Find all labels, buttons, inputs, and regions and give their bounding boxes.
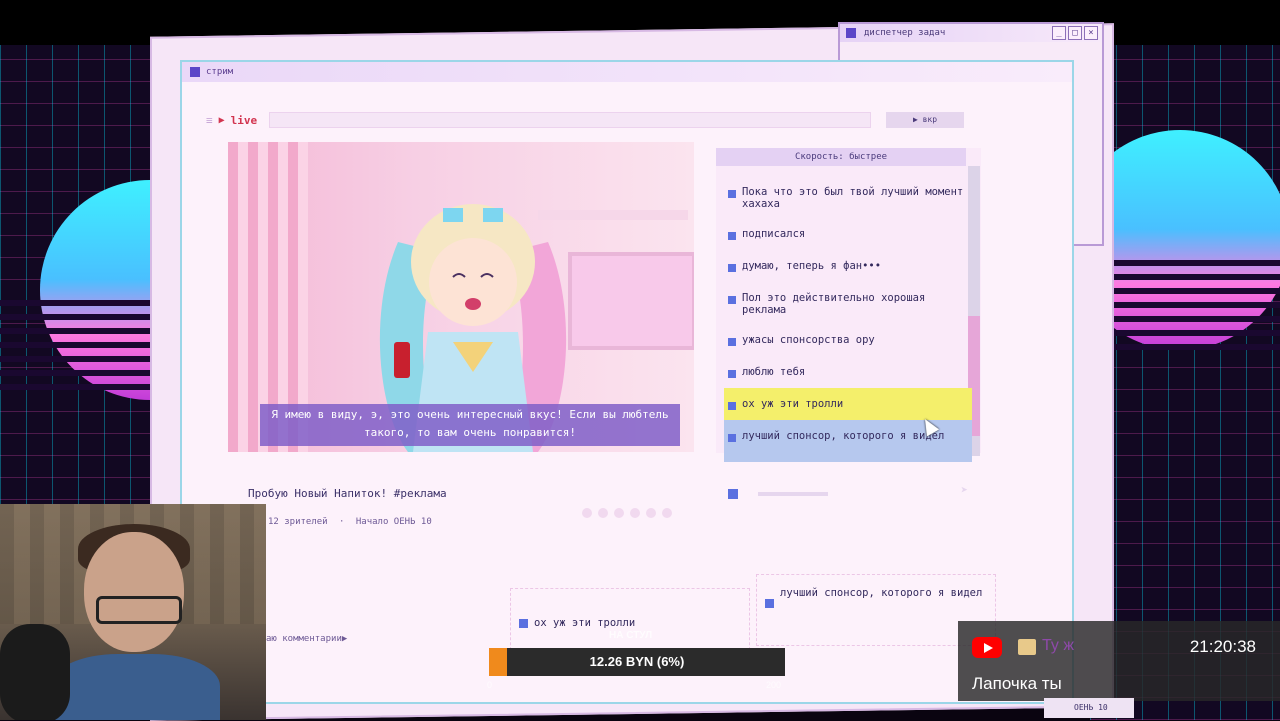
donation-scale-min: 0 [487, 680, 493, 690]
chat-message[interactable]: ужасы спонсорства ору [724, 324, 972, 356]
stream-title: Пробую Новый Напиток! #реклама [248, 487, 447, 500]
chat-message[interactable]: подписался [724, 218, 972, 250]
minimize-icon[interactable]: _ [1052, 26, 1066, 40]
chat-bullet-icon [728, 296, 736, 304]
youtube-icon [972, 637, 1002, 658]
app-icon [846, 28, 856, 38]
chat-message-text: подписался [742, 228, 806, 240]
chat-bullet-icon [728, 264, 736, 272]
chat-message-text: люблю тебя [742, 366, 806, 378]
donation-goal-bar: 12.26 BYN (6%) [489, 648, 785, 676]
chat-bullet-icon [728, 190, 736, 198]
chat-message-text: Пока что это был твой лучший момент хаха… [742, 186, 964, 210]
stream-window-title: стрим [206, 67, 234, 77]
chat-message[interactable]: ох уж эти тролли [724, 388, 972, 420]
chat-panel: Скорость: быстрее Пока что это был твой … [716, 148, 981, 499]
chat-message-list: Пока что это был твой лучший момент хаха… [724, 176, 972, 462]
comment-text: ох уж эти тролли [534, 617, 636, 629]
comment-text: лучший спонсор, которого я видел [780, 587, 983, 599]
stream-window: стрим ≡ ▶ live ▶ вкр Я имею в виду, э, э… [180, 60, 1074, 704]
taskbar-day: ОЕНЬ 10 [1044, 698, 1134, 718]
app-icon [190, 67, 200, 77]
avatar [1018, 639, 1036, 655]
menu-icon[interactable]: ≡ [206, 114, 213, 127]
chat-author: Ту ж [1042, 637, 1075, 654]
donation-scale-max: 200 [766, 680, 782, 690]
chat-bullet-icon [728, 402, 736, 410]
exit-label: вкр [922, 115, 938, 124]
chat-bullet-icon [728, 232, 736, 240]
microphone [0, 624, 70, 720]
chat-message-text: лучший спонсор, которого я видел [742, 430, 945, 442]
play-icon: ▶ [912, 115, 918, 124]
glasses [96, 596, 182, 624]
dialogue-caption: Я имею в виду, э, это очень интересный в… [260, 404, 680, 446]
stream-start: Начало ОЕНЬ 10 [355, 517, 432, 527]
synthwave-background-right [1090, 0, 1280, 720]
stream-window-titlebar[interactable]: стрим [182, 62, 1072, 82]
chat-message[interactable]: Пока что это был твой лучший момент хаха… [724, 176, 972, 218]
reaction-dots [582, 508, 672, 518]
exit-button[interactable]: ▶ вкр [886, 112, 964, 128]
stream-url-bar[interactable] [269, 112, 872, 128]
chat-message[interactable]: Пол это действительно хорошая реклама [724, 282, 972, 324]
close-icon[interactable]: × [1084, 26, 1098, 40]
chat-message-text: ужасы спонсорства ору [742, 334, 875, 346]
chat-input-icon [728, 488, 738, 499]
play-icon: ▶ [218, 114, 225, 126]
chat-input[interactable]: ➤ [728, 483, 968, 503]
viewer-count: 12 зрителей [268, 517, 328, 527]
task-manager-title: диспетчер задач [864, 28, 946, 38]
stream-toolbar: ≡ ▶ live [206, 110, 976, 130]
donation-progress-fill [489, 648, 507, 676]
live-label: live [230, 113, 258, 127]
task-manager-titlebar[interactable]: диспетчер задач _ □ × [840, 24, 1102, 42]
donation-amount: 12.26 BYN (6%) [589, 654, 685, 669]
chat-message-text: думаю, теперь я фан••• [742, 260, 882, 272]
maximize-icon[interactable]: □ [1068, 26, 1082, 40]
chat-bullet-icon [728, 338, 736, 346]
chat-bullet-icon [728, 370, 736, 378]
chat-message[interactable]: люблю тебя [724, 356, 972, 388]
comments-label[interactable]: аю комментарии▶ [266, 634, 347, 644]
chat-message: Лапочка ты [972, 674, 1062, 693]
stream-meta: 12 зрителей · Начало ОЕНЬ 10 [268, 517, 432, 527]
donation-goal-title: НА СТУЛ [609, 630, 653, 641]
chat-speed-button[interactable]: Скорость: быстрее [716, 148, 966, 166]
stream-video[interactable]: Я имею в виду, э, это очень интересный в… [228, 142, 694, 452]
chat-message-text: ох уж эти тролли [742, 398, 844, 410]
send-icon[interactable]: ➤ [961, 483, 968, 497]
clock: 21:20:38 [1189, 637, 1256, 656]
streamer-webcam [0, 504, 266, 720]
chat-bullet-icon [728, 434, 736, 442]
chat-message[interactable]: думаю, теперь я фан••• [724, 250, 972, 282]
youtube-chat-alert: Ту ж 21:20:38 Лапочка ты [958, 621, 1280, 701]
chat-message-text: Пол это действительно хорошая реклама [742, 292, 926, 316]
